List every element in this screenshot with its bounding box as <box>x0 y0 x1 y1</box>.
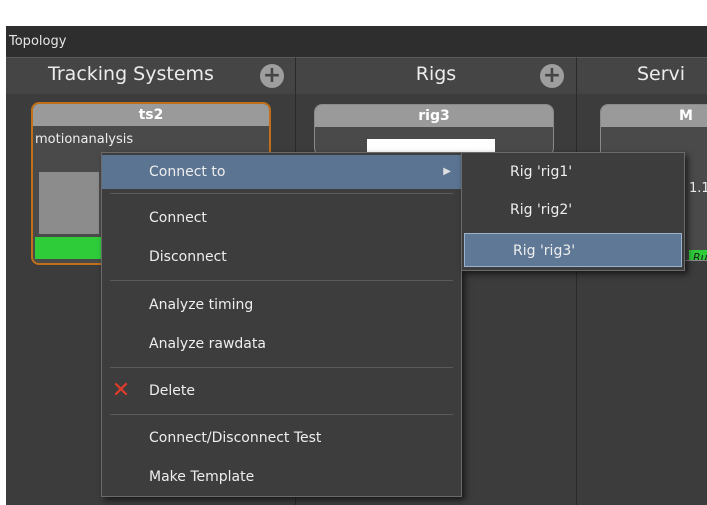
menu-item-connect-disconnect-test[interactable]: Connect/Disconnect Test <box>102 421 461 455</box>
column-title-rigs: Rigs <box>415 63 457 85</box>
menu-item-connect[interactable]: Connect <box>102 201 461 235</box>
menu-item-analyze-rawdata[interactable]: Analyze rawdata <box>102 327 461 361</box>
card-title: ts2 <box>33 104 269 126</box>
card-preview <box>39 172 99 234</box>
topology-header: Topology <box>6 26 707 61</box>
submenu-item-rig1[interactable]: Rig 'rig1' <box>462 155 684 189</box>
run-status-badge: Ru <box>689 250 707 260</box>
card-device-name: motionanalysis <box>35 132 134 147</box>
topology-title: Topology <box>9 34 67 49</box>
column-rigs: Rigs + <box>296 57 577 94</box>
submenu-item-rig2[interactable]: Rig 'rig2' <box>462 193 684 227</box>
menu-separator <box>110 193 453 194</box>
column-title-services: Servi <box>637 63 686 85</box>
rig-card-rig3[interactable]: rig3 <box>314 104 554 156</box>
menu-separator <box>110 280 453 281</box>
connect-to-submenu: Rig 'rig1' Rig 'rig2' Rig 'rig3' <box>461 152 685 271</box>
card-title: rig3 <box>315 105 553 127</box>
menu-item-analyze-timing[interactable]: Analyze timing <box>102 288 461 322</box>
submenu-arrow-icon: ▶ <box>443 166 451 177</box>
add-rig-icon[interactable]: + <box>540 64 564 88</box>
menu-item-label: Delete <box>149 383 195 399</box>
submenu-item-rig3[interactable]: Rig 'rig3' <box>464 233 682 267</box>
context-menu: Connect to ▶ Connect Disconnect Analyze … <box>101 152 462 497</box>
menu-separator <box>110 367 453 368</box>
column-services: Servi <box>577 57 707 94</box>
service-value: 1.1 <box>689 181 707 196</box>
add-tracking-system-icon[interactable]: + <box>260 64 284 88</box>
menu-item-label: Connect to <box>149 164 226 180</box>
column-title-tracking-systems: Tracking Systems <box>48 63 214 85</box>
status-indicator <box>35 237 110 259</box>
column-tracking-systems: Tracking Systems + <box>6 57 296 94</box>
menu-item-make-template[interactable]: Make Template <box>102 460 461 494</box>
menu-item-connect-to[interactable]: Connect to ▶ <box>102 155 461 189</box>
card-title: M <box>601 105 707 127</box>
delete-x-icon: ✕ <box>111 378 131 403</box>
menu-item-delete[interactable]: ✕ Delete <box>102 374 461 408</box>
menu-item-disconnect[interactable]: Disconnect <box>102 240 461 274</box>
menu-separator <box>110 414 453 415</box>
window-top-strip <box>6 0 707 26</box>
